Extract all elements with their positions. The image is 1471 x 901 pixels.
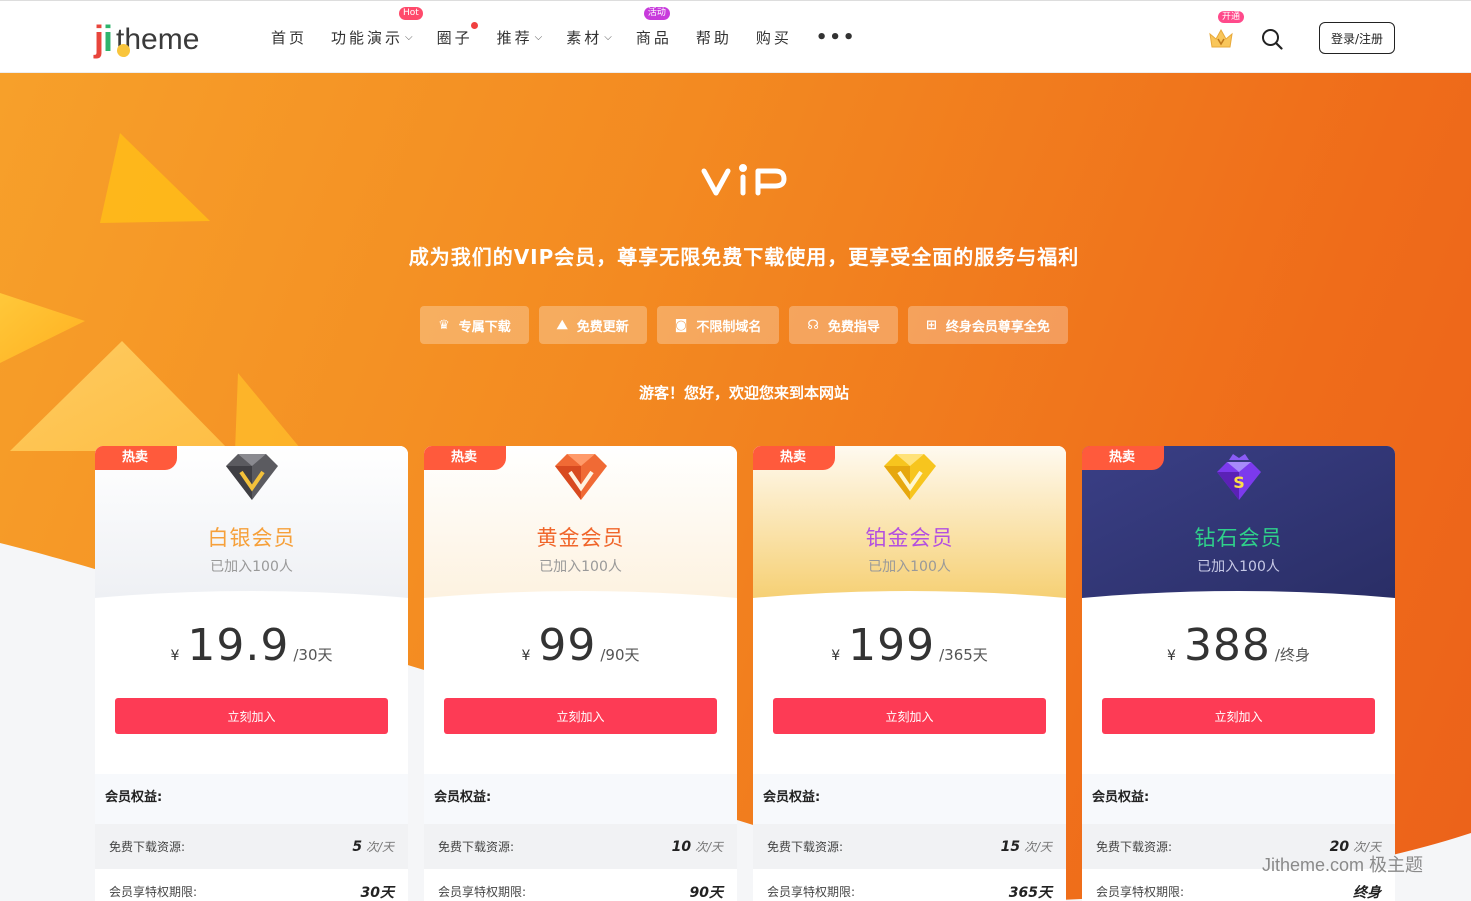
price: ¥19.9/30天	[170, 620, 333, 671]
rights-title: 会员权益:	[1082, 774, 1395, 824]
price: ¥199/365天	[831, 620, 988, 671]
nav-item-home[interactable]: 首页	[271, 27, 307, 48]
logo-mark: ji	[94, 18, 113, 59]
feature-free-update[interactable]: ⛰ 免费更新	[538, 306, 647, 344]
feature-list: ♛ 专属下载 ⛰ 免费更新 ◙ 不限制域名 ☊ 免费指导 ⊞ 终身会员尊享全免	[0, 306, 1471, 344]
tier-name: 黄金会员	[536, 526, 625, 550]
join-now-button[interactable]: 立刻加入	[773, 698, 1046, 734]
chevron-down-icon: ⌵	[604, 32, 612, 43]
diamond-gem-icon: S	[1217, 454, 1261, 500]
welcome-greeting: 游客！您好，欢迎您来到本网站	[638, 384, 849, 402]
join-now-button[interactable]: 立刻加入	[444, 698, 717, 734]
rights-row-downloads: 免费下载资源: 10 次/天	[424, 824, 737, 869]
rights-title: 会员权益:	[424, 774, 737, 824]
nav-item-circle[interactable]: 圈子	[437, 22, 478, 48]
rights-title: 会员权益:	[95, 774, 408, 824]
join-now-button[interactable]: 立刻加入	[1102, 698, 1375, 734]
crown-icon: ♛	[438, 317, 450, 333]
feature-lifetime-free[interactable]: ⊞ 终身会员尊享全免	[907, 306, 1068, 344]
rights-row-term: 会员享特权期限: 365天	[753, 869, 1066, 901]
hot-sale-tag: 热卖	[95, 446, 177, 470]
camera-icon: ◙	[674, 317, 688, 333]
rights-row-downloads: 免费下载资源: 15 次/天	[753, 824, 1066, 869]
platinum-gem-icon	[884, 454, 936, 500]
gold-gem-icon	[555, 454, 607, 500]
plan-card-silver: 热卖 白银会员 已加入100人 ¥19.9/30天 立刻加入 会员权益: 免费下…	[95, 446, 408, 901]
hero-subtitle: 成为我们的VIP会员，尊享无限免费下载使用，更享受全面的服务与福利	[408, 245, 1080, 269]
nav-item-materials[interactable]: 素材 ⌵	[566, 27, 612, 48]
joined-count: 已加入100人	[868, 559, 951, 575]
vip-crown-icon[interactable]	[1208, 27, 1234, 49]
search-icon[interactable]	[1261, 28, 1283, 50]
nav-item-products[interactable]: 活动 商品	[636, 7, 672, 48]
hot-sale-tag: 热卖	[424, 446, 506, 470]
vip-logo	[701, 164, 787, 196]
price: ¥99/90天	[521, 620, 640, 671]
feature-exclusive-download[interactable]: ♛ 专属下载	[420, 306, 529, 344]
main-nav: 首页 Hot 功能演示 ⌵ 圈子 推荐 ⌵ 素材 ⌵ 活动 商品 帮助 购买 •••	[271, 1, 880, 74]
nav-item-recommend[interactable]: 推荐 ⌵	[497, 27, 543, 48]
rights-row-term: 会员享特权期限: 90天	[424, 869, 737, 901]
site-header: ji theme 首页 Hot 功能演示 ⌵ 圈子 推荐 ⌵ 素材 ⌵ 活动 商品 帮…	[0, 0, 1471, 73]
gift-icon: ⊞	[925, 317, 937, 333]
rights-title: 会员权益:	[753, 774, 1066, 824]
notification-dot	[470, 22, 478, 29]
svg-text:S: S	[1233, 473, 1245, 492]
rights-row-downloads: 免费下载资源: 5 次/天	[95, 824, 408, 869]
feature-free-guidance[interactable]: ☊ 免费指导	[789, 306, 898, 344]
open-vip-badge[interactable]: 开通	[1218, 11, 1245, 23]
rights-row-term: 会员享特权期限: 30天	[95, 869, 408, 901]
plan-card-diamond: 热卖 S 钻石会员 已加入100人 ¥388/终身 立刻加入 会员权益: 免费下…	[1082, 446, 1395, 901]
joined-count: 已加入100人	[539, 559, 622, 575]
login-register-button[interactable]: 登录/注册	[1319, 22, 1395, 54]
site-logo[interactable]: ji theme	[94, 17, 199, 57]
nav-item-help[interactable]: 帮助	[696, 27, 732, 48]
tier-name: 白银会员	[207, 526, 296, 550]
plan-card-gold: 热卖 黄金会员 已加入100人 ¥99/90天 立刻加入 会员权益: 免费下载资…	[424, 446, 737, 901]
joined-count: 已加入100人	[210, 559, 293, 575]
more-menu-icon[interactable]: •••	[816, 27, 857, 48]
logo-dot	[117, 44, 130, 57]
hot-sale-tag: 热卖	[753, 446, 835, 470]
chevron-down-icon: ⌵	[405, 32, 413, 43]
join-now-button[interactable]: 立刻加入	[115, 698, 388, 734]
update-icon: ⛰	[556, 317, 568, 333]
price: ¥388/终身	[1167, 620, 1310, 671]
watermark: Jitheme.com 极主题	[1262, 855, 1424, 875]
headset-icon: ☊	[807, 317, 819, 333]
event-badge: 活动	[643, 7, 670, 20]
feature-unlimited-domain[interactable]: ◙ 不限制域名	[656, 306, 780, 344]
joined-count: 已加入100人	[1197, 559, 1280, 575]
chevron-down-icon: ⌵	[534, 32, 543, 43]
tier-name: 钻石会员	[1194, 526, 1283, 550]
plan-card-platinum: 热卖 铂金会员 已加入100人 ¥199/365天 立刻加入 会员权益: 免费下…	[753, 446, 1066, 901]
silver-gem-icon	[226, 454, 278, 500]
hot-sale-tag: 热卖	[1082, 446, 1164, 470]
tier-name: 铂金会员	[865, 526, 954, 550]
nav-item-features[interactable]: Hot 功能演示 ⌵	[331, 7, 423, 48]
hot-badge: Hot	[399, 7, 423, 20]
nav-item-buy[interactable]: 购买	[756, 27, 792, 48]
